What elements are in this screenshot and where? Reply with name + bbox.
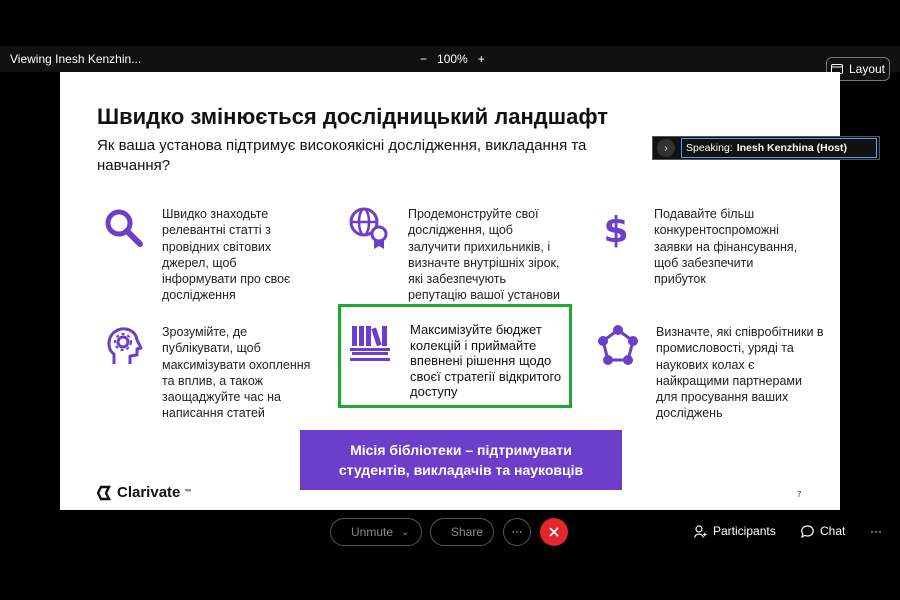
more-options-button[interactable]: ··· (503, 518, 531, 546)
brand-name: Clarivate (117, 484, 181, 501)
unmute-label: Unmute (351, 525, 394, 539)
mission-text: Місія бібліотеки – підтримувати студенті… (338, 442, 584, 478)
dollar-icon: $ (603, 210, 628, 250)
mission-banner: Місія бібліотеки – підтримувати студенті… (300, 430, 622, 490)
leave-meeting-button[interactable] (540, 518, 568, 546)
layout-label: Layout (848, 62, 886, 76)
clarivate-logo-icon (97, 485, 111, 500)
svg-text:$: $ (603, 210, 628, 250)
zoom-level: 100% (437, 52, 468, 66)
share-label: Share (451, 525, 484, 539)
expand-speaker-button[interactable]: › (657, 139, 675, 157)
feature-text: Зрозумійте, де публікувати, щоб максиміз… (162, 325, 311, 421)
network-icon (598, 325, 638, 365)
speaker-name: Inesh Kenzhina (Host) (736, 142, 847, 154)
brand-logo: Clarivate ™ (97, 484, 191, 501)
slide-page-number: 7 (797, 490, 802, 499)
feature-item: Швидко знаходьте релевантні статті з про… (102, 206, 312, 306)
share-button[interactable]: Share (430, 518, 494, 546)
feature-text: Визначте, які співробітники в промислово… (656, 325, 824, 421)
zoom-out-button[interactable]: − (420, 52, 427, 66)
zoom-controls: − 100% + (420, 52, 485, 66)
slide-title: Швидко змінюється дослідницький ландшафт (97, 104, 609, 129)
magnifier-icon (105, 209, 143, 247)
chat-icon (801, 524, 814, 538)
feature-text: Швидко знаходьте релевантні статті з про… (162, 207, 291, 303)
viewing-label: Viewing Inesh Kenzhin... (10, 52, 142, 66)
speaking-prefix: Speaking: (686, 142, 733, 154)
feature-item: Визначте, які співробітники в промислово… (596, 324, 826, 424)
meeting-controls: Unmute ⌄ Share ··· Participants Chat ··· (0, 514, 900, 550)
bookshelf-icon (350, 326, 390, 361)
participants-button[interactable]: Participants (694, 524, 776, 538)
speaker-label: Speaking: Inesh Kenzhina (Host) (681, 138, 877, 158)
feature-text: Максимізуйте бюджет колекцій і приймайте… (410, 322, 562, 399)
speaker-indicator: › Speaking: Inesh Kenzhina (Host) (652, 136, 880, 160)
feature-item: Максимізуйте бюджет колекцій і приймайте… (350, 322, 570, 402)
chevron-right-icon: › (664, 142, 668, 154)
overflow-menu-button[interactable]: ··· (870, 524, 882, 538)
zoom-in-button[interactable]: + (478, 52, 485, 66)
slide-subtitle: Як ваша установа підтримує високоякісні … (97, 137, 587, 174)
brand-trademark: ™ (184, 489, 192, 496)
head-gear-icon (107, 327, 143, 364)
feature-item: Зрозумійте, де публікувати, щоб максиміз… (102, 324, 322, 424)
participants-label: Participants (713, 524, 776, 538)
feature-text: Подавайте більш конкурентоспроможні заяв… (654, 207, 798, 287)
close-icon (549, 527, 559, 537)
feature-item: Продемонструйте свої дослідження, щоб за… (348, 206, 568, 306)
feature-item: $ Подавайте більш конкурентоспроможні за… (594, 206, 814, 306)
feature-text: Продемонструйте свої дослідження, щоб за… (408, 207, 560, 303)
chevron-down-icon[interactable]: ⌄ (401, 527, 409, 538)
participants-icon (694, 524, 707, 538)
chat-label: Chat (820, 524, 846, 538)
chat-button[interactable]: Chat (801, 524, 845, 538)
globe-award-icon (349, 207, 388, 249)
unmute-button[interactable]: Unmute ⌄ (330, 518, 422, 546)
